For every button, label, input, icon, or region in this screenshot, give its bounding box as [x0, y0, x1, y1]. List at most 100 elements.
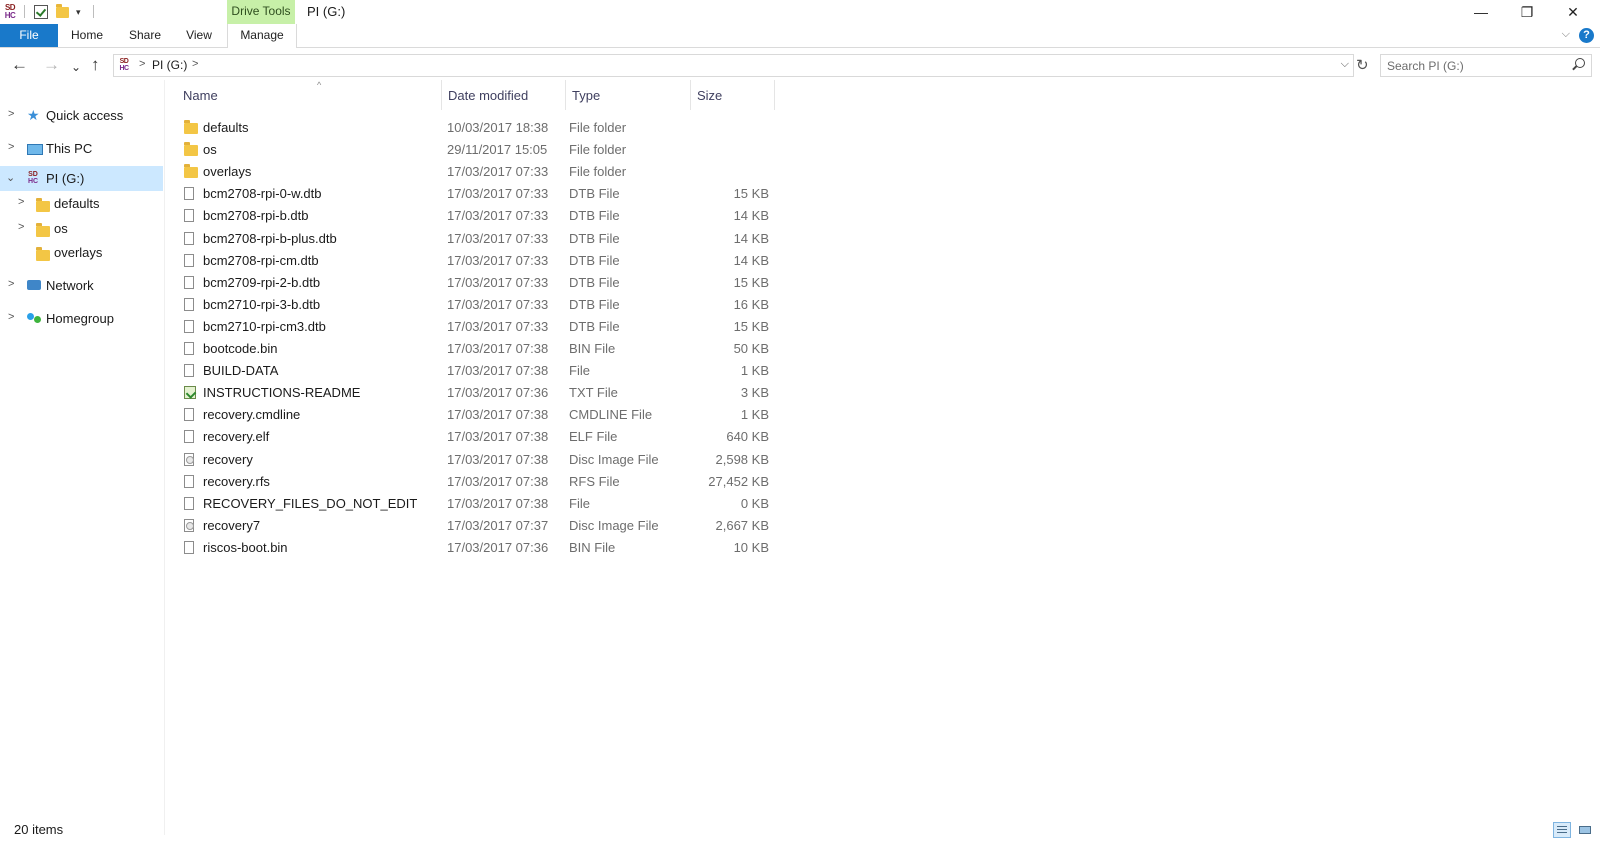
file-row[interactable]: recovery7 17/03/2017 07:37 Disc Image File…	[176, 515, 781, 537]
column-header-label: Size	[697, 88, 723, 103]
chevron-right-icon[interactable]: >	[8, 278, 14, 290]
nav-item-defaults[interactable]: > defaults	[0, 192, 163, 216]
search-icon[interactable]	[1575, 58, 1585, 68]
file-date-modified: 17/03/2017 07:33	[447, 164, 549, 180]
folder-icon	[184, 142, 198, 157]
nav-item-label: Quick access	[46, 108, 124, 123]
file-date-modified: 10/03/2017 18:38	[447, 120, 549, 135]
disc-image-icon	[184, 518, 194, 532]
nav-item-homegroup[interactable]: > Homegroup	[0, 307, 163, 331]
up-button[interactable]: ↑	[91, 56, 100, 74]
file-type: BIN File	[569, 539, 616, 555]
file-row[interactable]: bootcode.bin 17/03/2017 07:38 BIN File 50 K…	[176, 338, 781, 360]
file-row[interactable]: recovery.cmdline 17/03/2017 07:38 CMDLINE …	[176, 404, 781, 426]
search-box[interactable]	[1380, 54, 1592, 77]
file-size: 10 KB	[733, 539, 769, 555]
file-date-modified: 29/11/2017 15:05	[447, 142, 548, 158]
breadcrumb-chevron-icon[interactable]: >	[139, 58, 145, 70]
file-row[interactable]: BUILD-DATA 17/03/2017 07:38 File 1 KB	[176, 360, 781, 382]
nav-item-label: os	[54, 221, 68, 236]
address-bar[interactable]: SD HC > PI (G:) > ⌵	[113, 54, 1354, 77]
file-row[interactable]: bcm2710-rpi-cm3.dtb 17/03/2017 07:33 DTB F…	[176, 316, 781, 338]
file-row[interactable]: recovery 17/03/2017 07:38 Disc Image File 2…	[176, 449, 781, 471]
breadcrumb-drive[interactable]: PI (G:)	[152, 58, 187, 72]
column-header-name[interactable]: Name ^	[177, 80, 442, 110]
address-dropdown-icon[interactable]: ⌵	[1341, 58, 1349, 71]
new-folder-button[interactable]	[56, 3, 69, 21]
back-button[interactable]: ←	[11, 56, 28, 74]
search-input[interactable]	[1387, 57, 1562, 74]
nav-item-overlays[interactable]: overlays	[0, 241, 163, 265]
file-row[interactable]: bcm2708-rpi-cm.dtb 17/03/2017 07:33 DTB Fi…	[176, 250, 781, 272]
nav-item-label: This PC	[46, 141, 93, 156]
file-size: 16 KB	[733, 296, 769, 312]
file-row[interactable]: bcm2708-rpi-0-w.dtb 17/03/2017 07:33 DTB F…	[176, 183, 781, 205]
file-name: os	[203, 142, 217, 158]
file-row[interactable]: bcm2710-rpi-3-b.dtb 17/03/2017 07:33 DTB F…	[176, 294, 781, 316]
tab-view[interactable]: View	[176, 24, 222, 47]
file-row[interactable]: RECOVERY_FILES_DO_NOT_EDIT 17/03/2017 07:…	[176, 493, 781, 515]
expand-ribbon-icon[interactable]: ⌵	[1562, 28, 1570, 41]
nav-item-this-pc[interactable]: > This PC	[0, 137, 163, 161]
nav-item-os[interactable]: > os	[0, 217, 163, 241]
minimize-button[interactable]: —	[1458, 0, 1504, 24]
chevron-right-icon[interactable]: >	[18, 221, 24, 233]
chevron-right-icon[interactable]: >	[8, 311, 14, 323]
file-icon-wrapper	[184, 187, 194, 203]
large-icons-view-button[interactable]	[1576, 822, 1594, 838]
maximize-button[interactable]: ❐	[1504, 0, 1550, 24]
file-name: recovery.cmdline	[203, 407, 301, 423]
column-header-type[interactable]: Type	[566, 80, 691, 110]
details-view-button[interactable]	[1553, 822, 1571, 838]
file-icon-wrapper	[184, 518, 194, 535]
nav-item-network[interactable]: > Network	[0, 274, 163, 298]
recent-locations-button[interactable]: ⌄	[71, 58, 81, 76]
chevron-down-icon[interactable]: ⌄	[6, 171, 15, 184]
file-row[interactable]: recovery.elf 17/03/2017 07:38 ELF File 640 …	[176, 426, 781, 448]
refresh-button[interactable]: ↻	[1356, 56, 1369, 74]
file-size: 15 KB	[733, 274, 769, 290]
file-row[interactable]: INSTRUCTIONS-README 17/03/2017 07:36 TXT F…	[176, 382, 781, 404]
file-name: INSTRUCTIONS-README	[203, 385, 361, 401]
file-type: DTB File	[569, 186, 620, 202]
tab-file[interactable]: File	[0, 24, 58, 47]
tab-manage[interactable]: Manage	[227, 24, 297, 48]
file-icon-wrapper	[184, 253, 194, 270]
tab-share[interactable]: Share	[120, 24, 170, 47]
chevron-right-icon[interactable]: >	[18, 196, 24, 208]
file-row[interactable]: overlays 17/03/2017 07:33 File folder	[176, 161, 781, 183]
file-icon	[184, 231, 194, 245]
file-row[interactable]: recovery.rfs 17/03/2017 07:38 RFS File 27,4…	[176, 471, 781, 493]
file-date-modified: 17/03/2017 07:33	[447, 296, 549, 312]
tab-home[interactable]: Home	[62, 24, 112, 47]
star-icon: ★	[27, 107, 40, 123]
breadcrumb-chevron-icon[interactable]: >	[192, 58, 198, 70]
forward-button[interactable]: →	[43, 56, 60, 74]
restore-icon: ❐	[1520, 4, 1534, 20]
properties-button[interactable]	[34, 3, 48, 21]
file-row[interactable]: defaults 10/03/2017 18:38 File folder	[176, 117, 781, 139]
file-row[interactable]: os 29/11/2017 15:05 File folder	[176, 139, 781, 161]
file-date-modified: 17/03/2017 07:33	[447, 186, 549, 202]
nav-item-pi-drive[interactable]: ⌄ SD HC PI (G:)	[0, 166, 163, 191]
file-row[interactable]: bcm2708-rpi-b.dtb 17/03/2017 07:33 DTB Fil…	[176, 205, 781, 227]
file-row[interactable]: bcm2709-rpi-2-b.dtb 17/03/2017 07:33 DTB F…	[176, 272, 781, 294]
chevron-right-icon[interactable]: >	[8, 108, 14, 120]
file-icon-wrapper	[184, 209, 194, 225]
file-name: bcm2708-rpi-b.dtb	[203, 208, 309, 224]
file-icon-wrapper	[184, 275, 194, 292]
help-icon[interactable]: ?	[1579, 28, 1594, 43]
file-date-modified: 17/03/2017 07:33	[447, 318, 549, 334]
file-row[interactable]: riscos-boot.bin 17/03/2017 07:36 BIN File 1…	[176, 537, 781, 559]
file-size: 2,667 KB	[715, 517, 770, 533]
chevron-right-icon[interactable]: >	[8, 141, 14, 153]
close-button[interactable]: ✕	[1550, 0, 1596, 24]
customize-quick-access-button[interactable]: ▾	[76, 3, 81, 21]
file-row[interactable]: bcm2708-rpi-b-plus.dtb 17/03/2017 07:33 DT…	[176, 228, 781, 250]
column-header-date-modified[interactable]: Date modified	[442, 80, 566, 110]
file-date-modified: 17/03/2017 07:36	[447, 385, 549, 401]
drive-icon[interactable]: SD HC	[1, 3, 19, 21]
nav-item-quick-access[interactable]: > ★ Quick access	[0, 104, 163, 128]
column-header-size[interactable]: Size	[691, 80, 775, 110]
contextual-tab-drive-tools: Drive Tools	[227, 0, 295, 24]
